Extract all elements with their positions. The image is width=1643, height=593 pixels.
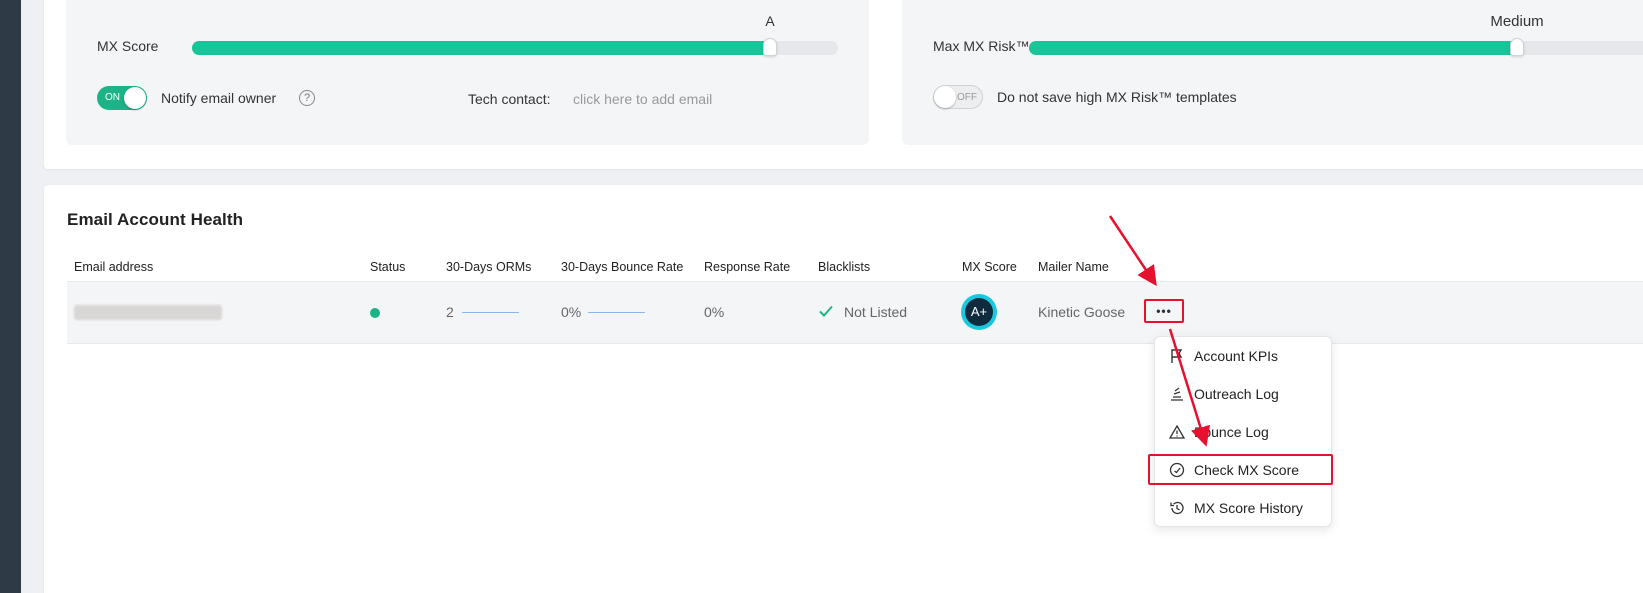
mx-grade-badge[interactable]: A+ bbox=[961, 294, 997, 330]
max-mx-risk-level: Medium bbox=[1490, 13, 1544, 30]
bounce-rate-value: 0% bbox=[561, 304, 582, 320]
col-orms: 30-Days ORMs bbox=[446, 260, 532, 274]
toggle-knob bbox=[934, 86, 956, 108]
menu-item-mx-score-history[interactable]: MX Score History bbox=[1155, 489, 1333, 527]
max-mx-risk-slider-handle[interactable] bbox=[1510, 38, 1524, 56]
mx-grade-text: A+ bbox=[965, 298, 993, 326]
check-icon bbox=[819, 305, 833, 317]
status-dot bbox=[370, 308, 380, 318]
mx-score-slider[interactable] bbox=[192, 38, 838, 56]
col-response-rate: Response Rate bbox=[704, 260, 791, 274]
mx-score-slider-fill bbox=[192, 41, 770, 55]
menu-item-label: Account KPIs bbox=[1194, 348, 1279, 364]
history-icon bbox=[1170, 501, 1184, 515]
menu-item-account-kpis[interactable]: Account KPIs bbox=[1155, 337, 1333, 375]
row-actions-menu: Account KPIs Outreach Log Bounce Log Che… bbox=[1154, 336, 1332, 527]
mx-score-panel: MX Score A ON Notify email owner ? Tech … bbox=[66, 0, 869, 145]
col-email-address: Email address bbox=[74, 260, 154, 274]
save-templates-toggle[interactable]: OFF bbox=[933, 85, 983, 109]
notify-owner-toggle[interactable]: ON bbox=[97, 86, 147, 110]
toggle-on-text: ON bbox=[105, 92, 120, 103]
menu-item-bounce-log[interactable]: Bounce Log bbox=[1155, 413, 1333, 451]
menu-item-check-mx-score[interactable]: Check MX Score bbox=[1155, 451, 1333, 489]
settings-card: MX Score A ON Notify email owner ? Tech … bbox=[44, 0, 1643, 169]
help-icon[interactable]: ? bbox=[299, 90, 315, 106]
bounce-rate-sparkline bbox=[588, 312, 645, 313]
mx-score-grade: A bbox=[765, 13, 775, 29]
mailer-name: Kinetic Goose bbox=[1038, 304, 1126, 320]
flag-icon bbox=[1171, 349, 1183, 363]
menu-item-label: MX Score History bbox=[1194, 500, 1303, 516]
col-blacklists: Blacklists bbox=[818, 260, 871, 274]
col-status: Status bbox=[370, 260, 406, 274]
toggle-off-text: OFF bbox=[957, 92, 977, 103]
orms-sparkline bbox=[462, 312, 519, 313]
menu-item-label: Check MX Score bbox=[1194, 462, 1300, 478]
log-icon bbox=[1171, 387, 1183, 401]
menu-item-label: Bounce Log bbox=[1194, 424, 1269, 440]
col-bounce-rate: 30-Days Bounce Rate bbox=[561, 260, 684, 274]
tech-contact-label: Tech contact: bbox=[468, 91, 551, 107]
max-mx-risk-label: Max MX Risk™ bbox=[933, 38, 1030, 54]
notify-owner-label: Notify email owner bbox=[161, 90, 277, 106]
blacklist-status: Not Listed bbox=[844, 304, 908, 320]
more-actions-button[interactable]: ••• bbox=[1144, 299, 1184, 323]
mx-risk-panel: Max MX Risk™ Medium OFF Do not save high… bbox=[902, 0, 1643, 145]
redacted-email bbox=[74, 305, 222, 320]
toggle-knob bbox=[124, 87, 146, 109]
left-rail bbox=[0, 0, 21, 593]
menu-item-label: Outreach Log bbox=[1194, 386, 1279, 402]
max-mx-risk-slider[interactable] bbox=[1029, 38, 1643, 56]
mx-score-label: MX Score bbox=[97, 38, 159, 54]
response-rate-value: 0% bbox=[704, 304, 725, 320]
col-mailer-name: Mailer Name bbox=[1038, 260, 1109, 274]
email-account-health-card: Email Account Health Email address Statu… bbox=[44, 185, 1643, 593]
max-mx-risk-slider-fill bbox=[1029, 41, 1517, 55]
col-mx-score: MX Score bbox=[962, 260, 1017, 274]
more-dots-icon: ••• bbox=[1156, 304, 1172, 318]
section-title: Email Account Health bbox=[67, 210, 244, 229]
menu-item-outreach-log[interactable]: Outreach Log bbox=[1155, 375, 1333, 413]
gauge-icon bbox=[1169, 462, 1185, 478]
mx-score-slider-handle[interactable] bbox=[763, 38, 777, 56]
orms-value: 2 bbox=[446, 304, 454, 320]
save-templates-label: Do not save high MX Risk™ templates bbox=[997, 89, 1237, 105]
tech-contact-add-link[interactable]: click here to add email bbox=[573, 91, 712, 107]
warning-icon bbox=[1169, 424, 1185, 439]
